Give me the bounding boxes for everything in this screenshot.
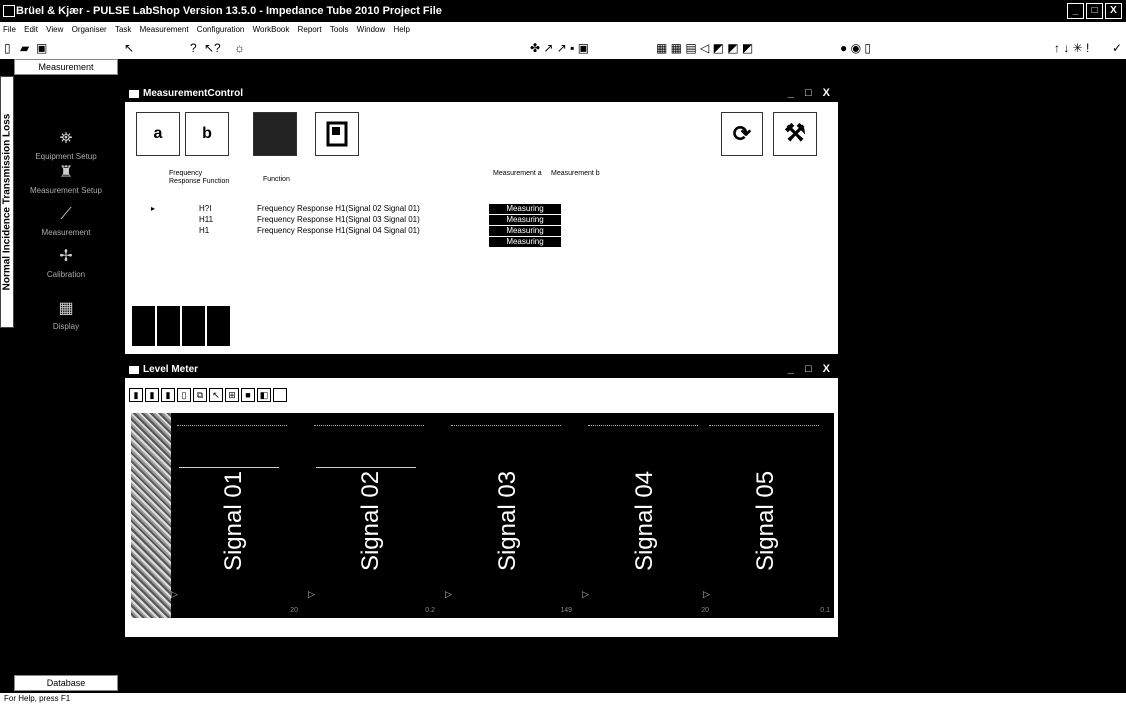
meter-display: Signal 01 ▷ 20 Signal 02 ▷ 0.2 Signal 03… [131,413,834,618]
menu-task[interactable]: Task [115,22,131,37]
window-icon [129,90,139,98]
help-icon[interactable]: ? [190,40,197,56]
window-controls[interactable]: _ □ X [788,363,834,375]
measurement-setup-item[interactable]: ♜ Measurement Setup [14,163,118,195]
measurement-setup-icon: ♜ [58,164,74,181]
stop-icon[interactable] [253,112,297,156]
task-vertical-tab[interactable]: Normal Incidence Transmission Loss [0,76,14,328]
meter-signal-01: Signal 01 ▷ 20 [165,413,302,618]
fill-icon[interactable]: ◧ [257,388,271,402]
blank-icon[interactable] [273,388,287,402]
window-icon [129,366,139,374]
menu-tools[interactable]: Tools [330,22,349,37]
channel-block [157,306,180,346]
database-panel-footer[interactable]: Database [14,675,118,691]
status-badge: Measuring [489,204,561,214]
task-panel: Measurement ⛯ Equipment Setup ♜ Measurem… [14,59,118,691]
meter-signal-05: Signal 05 ▷ 0.1 [697,413,834,618]
measurement-b-column-header: Measurement b [551,170,600,177]
status-badge: Measuring [489,226,561,236]
window-title: Brüel & Kjær - PULSE LabShop Version 13.… [16,5,442,17]
frf-column-header: Frequency Response Function [169,170,230,185]
record-icons[interactable]: ● ◉ ▯ [840,40,871,56]
window-controls: _ □ X [1067,3,1122,19]
play-icon: ▷ [308,589,315,599]
status-bar: For Help, press F1 [0,693,1126,705]
display-icon: ▦ [58,300,74,317]
menu-configuration[interactable]: Configuration [197,22,245,37]
copy-icon[interactable]: ⧉ [193,388,207,402]
calibration-icon: ✢ [59,248,73,265]
menu-file[interactable]: File [3,22,16,37]
rosette-icon[interactable]: ✤ ↗ ↗ ▪ ▣ [530,40,589,56]
menu-edit[interactable]: Edit [24,22,38,37]
check-icon[interactable]: ✓ [1112,40,1122,56]
measurement-control-titlebar: MeasurementControl _ □ X [125,86,838,102]
meter-scale-texture [131,413,171,618]
menu-organiser[interactable]: Organiser [72,22,107,37]
measurement-icon: ⟋ [60,206,72,223]
measurement-a-column-header: Measurement a [493,170,542,177]
status-badge: Measuring [489,237,561,247]
cursor-icon[interactable]: ↖ [209,388,223,402]
calibration-item[interactable]: ✢ Calibration [14,247,118,279]
display-item[interactable]: ▦ Display [14,299,118,331]
pointer-icon[interactable]: ↖ [124,40,134,56]
menu-view[interactable]: View [46,22,63,37]
report-icon[interactable] [315,112,359,156]
channel-block [182,306,205,346]
level-meter-window: Level Meter _ □ X ▮ ▮ ▮ ▯ ⧉ ↖ ⊞ ■ ◧ Sign… [125,362,838,637]
measurement-b-button[interactable]: b [185,112,229,156]
play-icon: ▷ [171,589,178,599]
equipment-setup-icon: ⛯ [59,130,73,147]
menu-window[interactable]: Window [357,22,385,37]
menu-workbook[interactable]: WorkBook [253,22,290,37]
meter-signal-04: Signal 04 ▷ 20 [576,413,713,618]
main-toolbar: ▯ ▰ ▣ ↖ ? ↖? ☼ ✤ ↗ ↗ ▪ ▣ ▦ ▦ ▤ ◁ ◩ ◩ ◩ ●… [0,37,1126,59]
row-pointer-icon: ▸ [151,204,156,213]
fill-icon[interactable]: ■ [241,388,255,402]
play-icon: ▷ [582,589,589,599]
menu-report[interactable]: Report [298,22,322,37]
play-icon: ▷ [703,589,710,599]
arrows-up-down-icon[interactable]: ↑ ↓ ✳ ! [1054,40,1089,56]
menu-help[interactable]: Help [393,22,409,37]
grid-icons[interactable]: ▦ ▦ ▤ ◁ ◩ ◩ ◩ [656,40,753,56]
function-column-header: Function [263,176,290,183]
save-icon[interactable]: ▣ [36,40,47,56]
new-file-icon[interactable]: ▯ [4,40,11,56]
context-help-icon[interactable]: ↖? [204,40,221,56]
menu-bar: File Edit View Organiser Task Measuremen… [0,22,1126,37]
title-bar: Brüel & Kjær - PULSE LabShop Version 13.… [0,0,1126,22]
channel-block [207,306,230,346]
level-meter-titlebar: Level Meter _ □ X [125,362,838,378]
bar-icon[interactable]: ▮ [129,388,143,402]
window-controls[interactable]: _ □ X [788,87,834,99]
meter-signal-02: Signal 02 ▷ 0.2 [302,413,439,618]
open-folder-icon[interactable]: ▰ [20,40,29,56]
measurement-panel-header[interactable]: Measurement [14,59,118,75]
grid-icon[interactable]: ⊞ [225,388,239,402]
meter-signal-03: Signal 03 ▷ 149 [439,413,576,618]
measurement-a-button[interactable]: a [136,112,180,156]
status-badge: Measuring [489,215,561,225]
minimize-button[interactable]: _ [1067,3,1084,19]
level-meter-toolbar: ▮ ▮ ▮ ▯ ⧉ ↖ ⊞ ■ ◧ [129,388,287,402]
channel-block [132,306,155,346]
redo-icon[interactable]: ⟳ [721,112,763,156]
bug-icon[interactable]: ☼ [234,40,245,56]
bar-icon[interactable]: ▮ [145,388,159,402]
measurement-control-window: MeasurementControl _ □ X a b ⟳ ⚒ Frequen… [125,86,838,354]
tools-icon[interactable]: ⚒ [773,112,817,156]
measurement-item[interactable]: ⟋ Measurement [14,205,118,237]
bar-icon[interactable]: ▮ [161,388,175,402]
menu-measurement[interactable]: Measurement [140,22,189,37]
equipment-setup-item[interactable]: ⛯ Equipment Setup [14,129,118,161]
maximize-button[interactable]: □ [1086,3,1103,19]
app-icon [3,5,15,17]
play-icon: ▷ [445,589,452,599]
close-button[interactable]: X [1105,3,1122,19]
page-icon[interactable]: ▯ [177,388,191,402]
